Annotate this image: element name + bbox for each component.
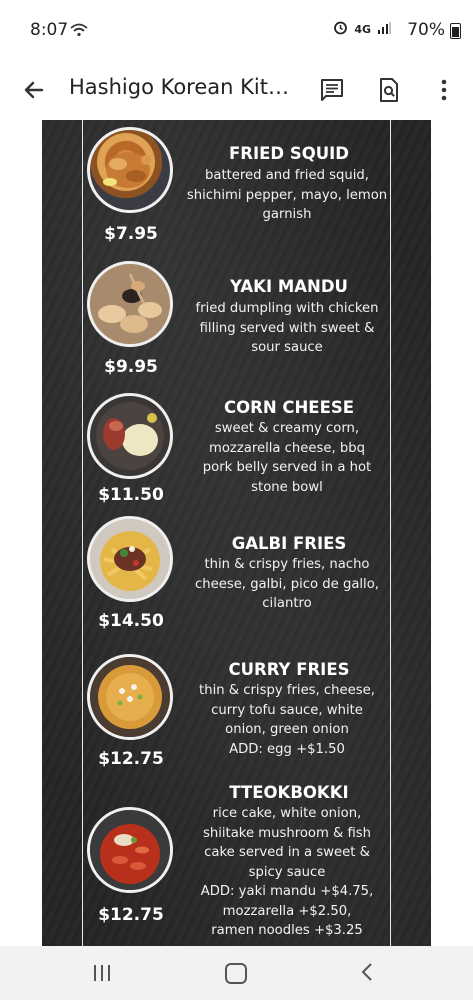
back-nav-button[interactable]: [360, 962, 374, 986]
item-name: CURRY FRIES: [228, 660, 350, 679]
price: $12.75: [98, 905, 164, 925]
description-line: rice cake, white onion,: [212, 806, 362, 821]
comment-button[interactable]: [314, 72, 350, 108]
navigation-bar: [0, 946, 473, 1000]
item-name: TTEOKBOKKI: [229, 783, 349, 802]
item-description: thin & crispy fries, nacho cheese, galbi…: [176, 555, 398, 614]
description-line: spicy sauce: [248, 864, 326, 880]
description-line: garnish: [262, 207, 312, 222]
home-button[interactable]: [225, 963, 247, 984]
app-bar: Hashigo Korean Kitc...: [0, 60, 473, 121]
description-line: sweet & creamy corn,: [214, 421, 360, 436]
description-line: thin & crispy fries, cheese,: [199, 683, 375, 698]
description-line: stone bowl: [251, 479, 323, 495]
tteokbokki-photo: [87, 807, 173, 893]
description-line: cilantro: [262, 596, 312, 611]
signal-icon: [377, 21, 391, 39]
menu-image-viewer[interactable]: $7.95 FRIED SQUID battered and fried squ…: [0, 120, 473, 946]
description-line: ADD: yaki mandu +$4.75,: [200, 884, 374, 899]
description-line: onion, green onion: [225, 722, 349, 737]
yaki-mandu-photo: [87, 261, 173, 347]
network-type: 4G: [354, 23, 371, 36]
description-line: sour sauce: [251, 340, 323, 355]
battery-icon: [450, 23, 461, 39]
description-line: thin & crispy fries, nacho: [204, 557, 370, 572]
item-name: YAKI MANDU: [230, 277, 348, 296]
status-indicators: 4G: [333, 20, 391, 39]
price: $11.50: [98, 485, 164, 505]
item-name: GALBI FRIES: [231, 534, 347, 553]
description-line: curry tofu sauce, white: [211, 702, 363, 718]
curry-fries-photo: [87, 654, 173, 740]
wifi-calling-icon: [70, 22, 88, 41]
status-bar: 8:07 4G 70%: [0, 0, 473, 60]
item-description: rice cake, white onion, shiitake mushroo…: [176, 804, 398, 941]
page-title: Hashigo Korean Kitc...: [69, 75, 299, 99]
status-time: 8:07: [30, 20, 69, 40]
description-line: fried dumpling with chicken: [195, 301, 379, 316]
more-options-button[interactable]: [426, 72, 462, 108]
fried-squid-photo: [87, 127, 173, 213]
more-vert-icon: [441, 79, 447, 101]
menu-board: $7.95 FRIED SQUID battered and fried squ…: [42, 120, 431, 946]
price: $9.95: [104, 357, 158, 377]
alarm-icon: [333, 20, 348, 39]
item-description: thin & crispy fries, cheese, curry tofu …: [176, 681, 398, 759]
recents-button[interactable]: [92, 964, 112, 986]
item-name: FRIED SQUID: [229, 144, 349, 163]
description-line: cake served in a sweet &: [204, 845, 370, 860]
galbi-fries-photo: [87, 516, 173, 602]
back-button[interactable]: [18, 74, 50, 106]
price: $14.50: [98, 611, 164, 631]
item-description: battered and fried squid, shichimi peppe…: [176, 166, 398, 225]
description-line: pork belly served in a hot: [202, 460, 372, 475]
description-line: shiitake mushroom & fish: [202, 825, 372, 841]
description-line: ramen noodles +$3.25: [211, 923, 363, 938]
find-in-page-button[interactable]: [371, 72, 407, 108]
recents-icon: [94, 965, 110, 981]
item-name: CORN CHEESE: [223, 398, 354, 417]
price: $7.95: [104, 224, 158, 244]
item-description: fried dumpling with chicken filling serv…: [176, 299, 398, 358]
arrow-left-icon: [24, 81, 44, 99]
corn-cheese-photo: [87, 393, 173, 479]
find-in-page-icon: [380, 78, 398, 102]
price: $12.75: [98, 749, 164, 769]
description-line: mozzarella +$2.50,: [222, 903, 352, 919]
description-line: filling served with sweet &: [199, 320, 375, 336]
battery-percent: 70%: [407, 20, 445, 40]
chevron-left-icon: [361, 963, 372, 981]
description-line: mozzarella cheese, bbq: [208, 440, 365, 456]
comment-icon: [321, 79, 343, 101]
description-line: cheese, galbi, pico de gallo,: [194, 576, 379, 592]
item-description: sweet & creamy corn, mozzarella cheese, …: [176, 419, 398, 497]
description-line: battered and fried squid,: [205, 168, 369, 183]
description-line: ADD: egg +$1.50: [229, 741, 345, 757]
description-line: shichimi pepper, mayo, lemon: [186, 187, 388, 203]
